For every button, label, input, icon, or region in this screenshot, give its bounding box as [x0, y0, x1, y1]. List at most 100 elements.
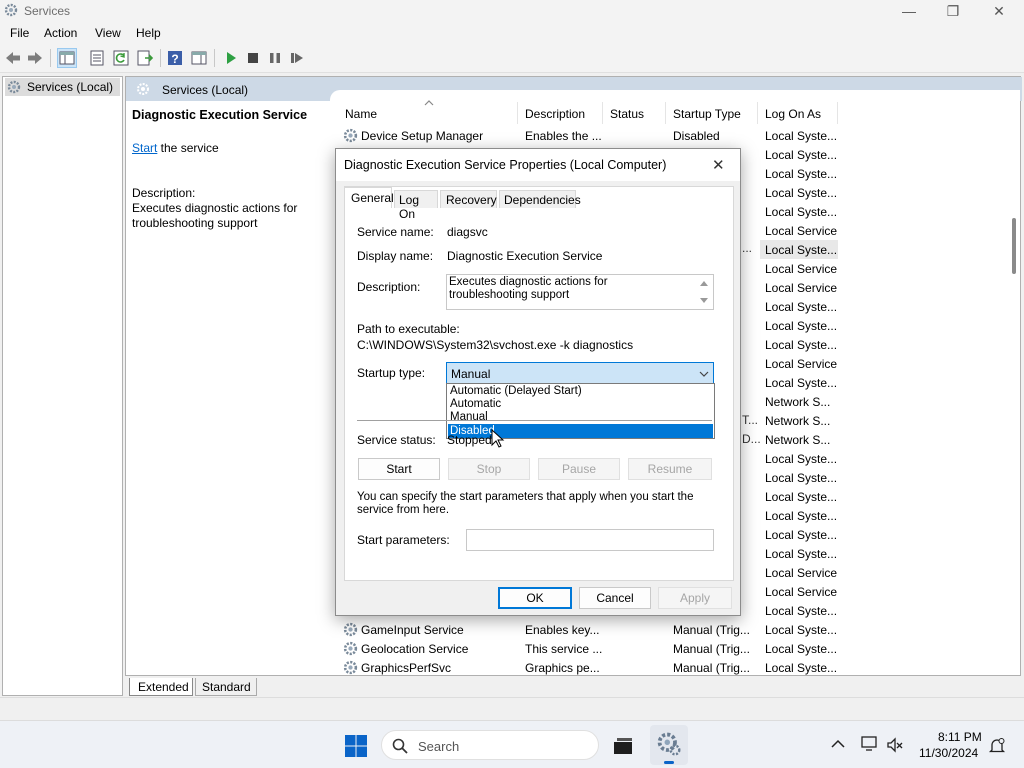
- column-header-status[interactable]: Status: [610, 107, 644, 121]
- divider: [357, 420, 712, 421]
- tab-dependencies[interactable]: Dependencies: [499, 190, 581, 208]
- column-header-name[interactable]: Name: [345, 107, 377, 121]
- menu-action[interactable]: Action: [44, 26, 77, 40]
- clock-time[interactable]: 8:11 PM: [938, 730, 982, 744]
- services-gear-icon: [7, 80, 21, 94]
- restore-button[interactable]: ❐: [930, 0, 976, 22]
- ok-button[interactable]: OK: [498, 587, 572, 609]
- tab-extended[interactable]: Extended: [129, 678, 193, 696]
- help-icon[interactable]: ?: [166, 49, 184, 67]
- dialog-close-icon[interactable]: ✕: [712, 156, 725, 174]
- row-log-on-as: Local Service: [765, 224, 838, 238]
- start-service-link[interactable]: Start: [132, 141, 157, 155]
- row-log-on-as: Local Syste...: [765, 528, 838, 542]
- column-separator[interactable]: [517, 102, 518, 124]
- scroll-up-icon[interactable]: [699, 279, 709, 287]
- properties-dialog: Diagnostic Execution Service Properties …: [335, 148, 741, 616]
- menu-bar: File Action View Help: [0, 22, 1024, 44]
- toolbar: ?: [0, 44, 1024, 73]
- services-gear-icon: [137, 83, 149, 95]
- close-window-button[interactable]: ✕: [976, 0, 1022, 22]
- start-service-play-icon[interactable]: [222, 49, 240, 67]
- volume-muted-icon[interactable]: [886, 737, 904, 753]
- table-row[interactable]: Geolocation Service This service ... Manua…: [340, 639, 840, 658]
- option-manual[interactable]: Manual: [448, 411, 713, 424]
- minimize-button[interactable]: —: [886, 0, 932, 22]
- scroll-down-icon[interactable]: [699, 297, 709, 305]
- cell-fragment: D...: [742, 432, 761, 446]
- tab-recovery[interactable]: Recovery: [440, 190, 497, 208]
- row-log-on-as: Local Syste...: [765, 642, 838, 656]
- row-log-on-as: Local Syste...: [765, 167, 838, 181]
- selected-service-name: Diagnostic Execution Service: [132, 108, 308, 122]
- table-row[interactable]: Device Setup Manager Enables the ... Dis…: [340, 126, 840, 145]
- list-scrollbar-thumb[interactable]: [1012, 218, 1016, 274]
- menu-view[interactable]: View: [95, 26, 121, 40]
- back-arrow-icon[interactable]: [4, 49, 22, 67]
- option-automatic-delayed[interactable]: Automatic (Delayed Start): [448, 385, 713, 398]
- pause-service-icon[interactable]: [266, 49, 284, 67]
- chevron-up-icon[interactable]: [831, 739, 845, 749]
- table-row[interactable]: GraphicsPerfSvc Graphics pe... Manual (Tri…: [340, 658, 840, 677]
- column-separator[interactable]: [837, 102, 838, 124]
- column-separator[interactable]: [602, 102, 603, 124]
- start-button[interactable]: Start: [358, 458, 440, 480]
- service-name-value: diagsvc: [447, 225, 488, 239]
- taskbar-search-box[interactable]: Search: [381, 730, 599, 760]
- taskbar-services-app[interactable]: [650, 725, 688, 765]
- column-header-startup-type[interactable]: Startup Type: [673, 107, 741, 121]
- network-icon[interactable]: [861, 736, 879, 752]
- row-log-on-as: Local Syste...: [765, 509, 838, 523]
- menu-file[interactable]: File: [10, 26, 29, 40]
- column-separator[interactable]: [757, 102, 758, 124]
- row-description: Enables the ...: [525, 129, 602, 143]
- row-log-on-as: Local Syste...: [765, 205, 838, 219]
- show-hide-action-pane-icon[interactable]: [190, 49, 208, 67]
- title-bar: Services — ❐ ✕: [0, 0, 1024, 22]
- option-automatic[interactable]: Automatic: [448, 398, 713, 411]
- start-parameters-input[interactable]: [466, 529, 714, 551]
- cancel-button[interactable]: Cancel: [579, 587, 651, 609]
- cell-fragment: ...: [742, 241, 753, 255]
- restart-service-icon[interactable]: [288, 49, 306, 67]
- forward-arrow-icon[interactable]: [26, 49, 44, 67]
- column-header-description[interactable]: Description: [525, 107, 585, 121]
- properties-sheet-icon[interactable]: [88, 49, 106, 67]
- tab-log-on[interactable]: Log On: [394, 190, 438, 221]
- display-name-value: Diagnostic Execution Service: [447, 249, 603, 263]
- menu-help[interactable]: Help: [136, 26, 161, 40]
- tab-standard[interactable]: Standard: [195, 678, 257, 696]
- row-log-on-as: Local Syste...: [765, 300, 838, 314]
- window-title: Services: [24, 4, 71, 18]
- tab-general[interactable]: General: [344, 187, 394, 208]
- clock-date[interactable]: 11/30/2024: [919, 746, 978, 760]
- row-description: Graphics pe...: [525, 661, 600, 675]
- row-log-on-as: Local Syste...: [765, 319, 838, 333]
- stop-button[interactable]: Stop: [448, 458, 530, 480]
- startup-type-select[interactable]: Manual: [446, 362, 714, 384]
- refresh-icon[interactable]: [112, 49, 130, 67]
- export-list-icon[interactable]: [136, 49, 154, 67]
- show-hide-console-tree-icon[interactable]: [57, 48, 77, 68]
- column-separator[interactable]: [665, 102, 666, 124]
- tree-item-services-local[interactable]: Services (Local): [5, 78, 120, 96]
- startup-type-value: Manual: [451, 367, 491, 381]
- resume-button[interactable]: Resume: [628, 458, 712, 480]
- pause-button[interactable]: Pause: [538, 458, 620, 480]
- row-log-on-as: Network S...: [765, 395, 831, 409]
- task-view-icon[interactable]: [611, 734, 635, 758]
- notification-bell-icon[interactable]: [988, 737, 1006, 755]
- row-log-on-as: Local Syste...: [765, 604, 838, 618]
- column-header-log-on-as[interactable]: Log On As: [765, 107, 821, 121]
- row-log-on-as: Local Service: [765, 566, 838, 580]
- windows-start-icon[interactable]: [344, 734, 368, 758]
- start-parameters-hint: You can specify the start parameters tha…: [357, 491, 694, 516]
- stop-service-icon[interactable]: [244, 49, 262, 67]
- start-link-suffix: the service: [157, 141, 219, 155]
- apply-button[interactable]: Apply: [658, 587, 732, 609]
- svg-text:?: ?: [171, 52, 178, 66]
- row-log-on-as: Local Syste...: [765, 471, 838, 485]
- description-textbox[interactable]: Executes diagnostic actions for troubles…: [446, 274, 714, 310]
- chevron-down-icon: [699, 371, 709, 377]
- table-row[interactable]: GameInput Service Enables key... Manual (T…: [340, 620, 840, 639]
